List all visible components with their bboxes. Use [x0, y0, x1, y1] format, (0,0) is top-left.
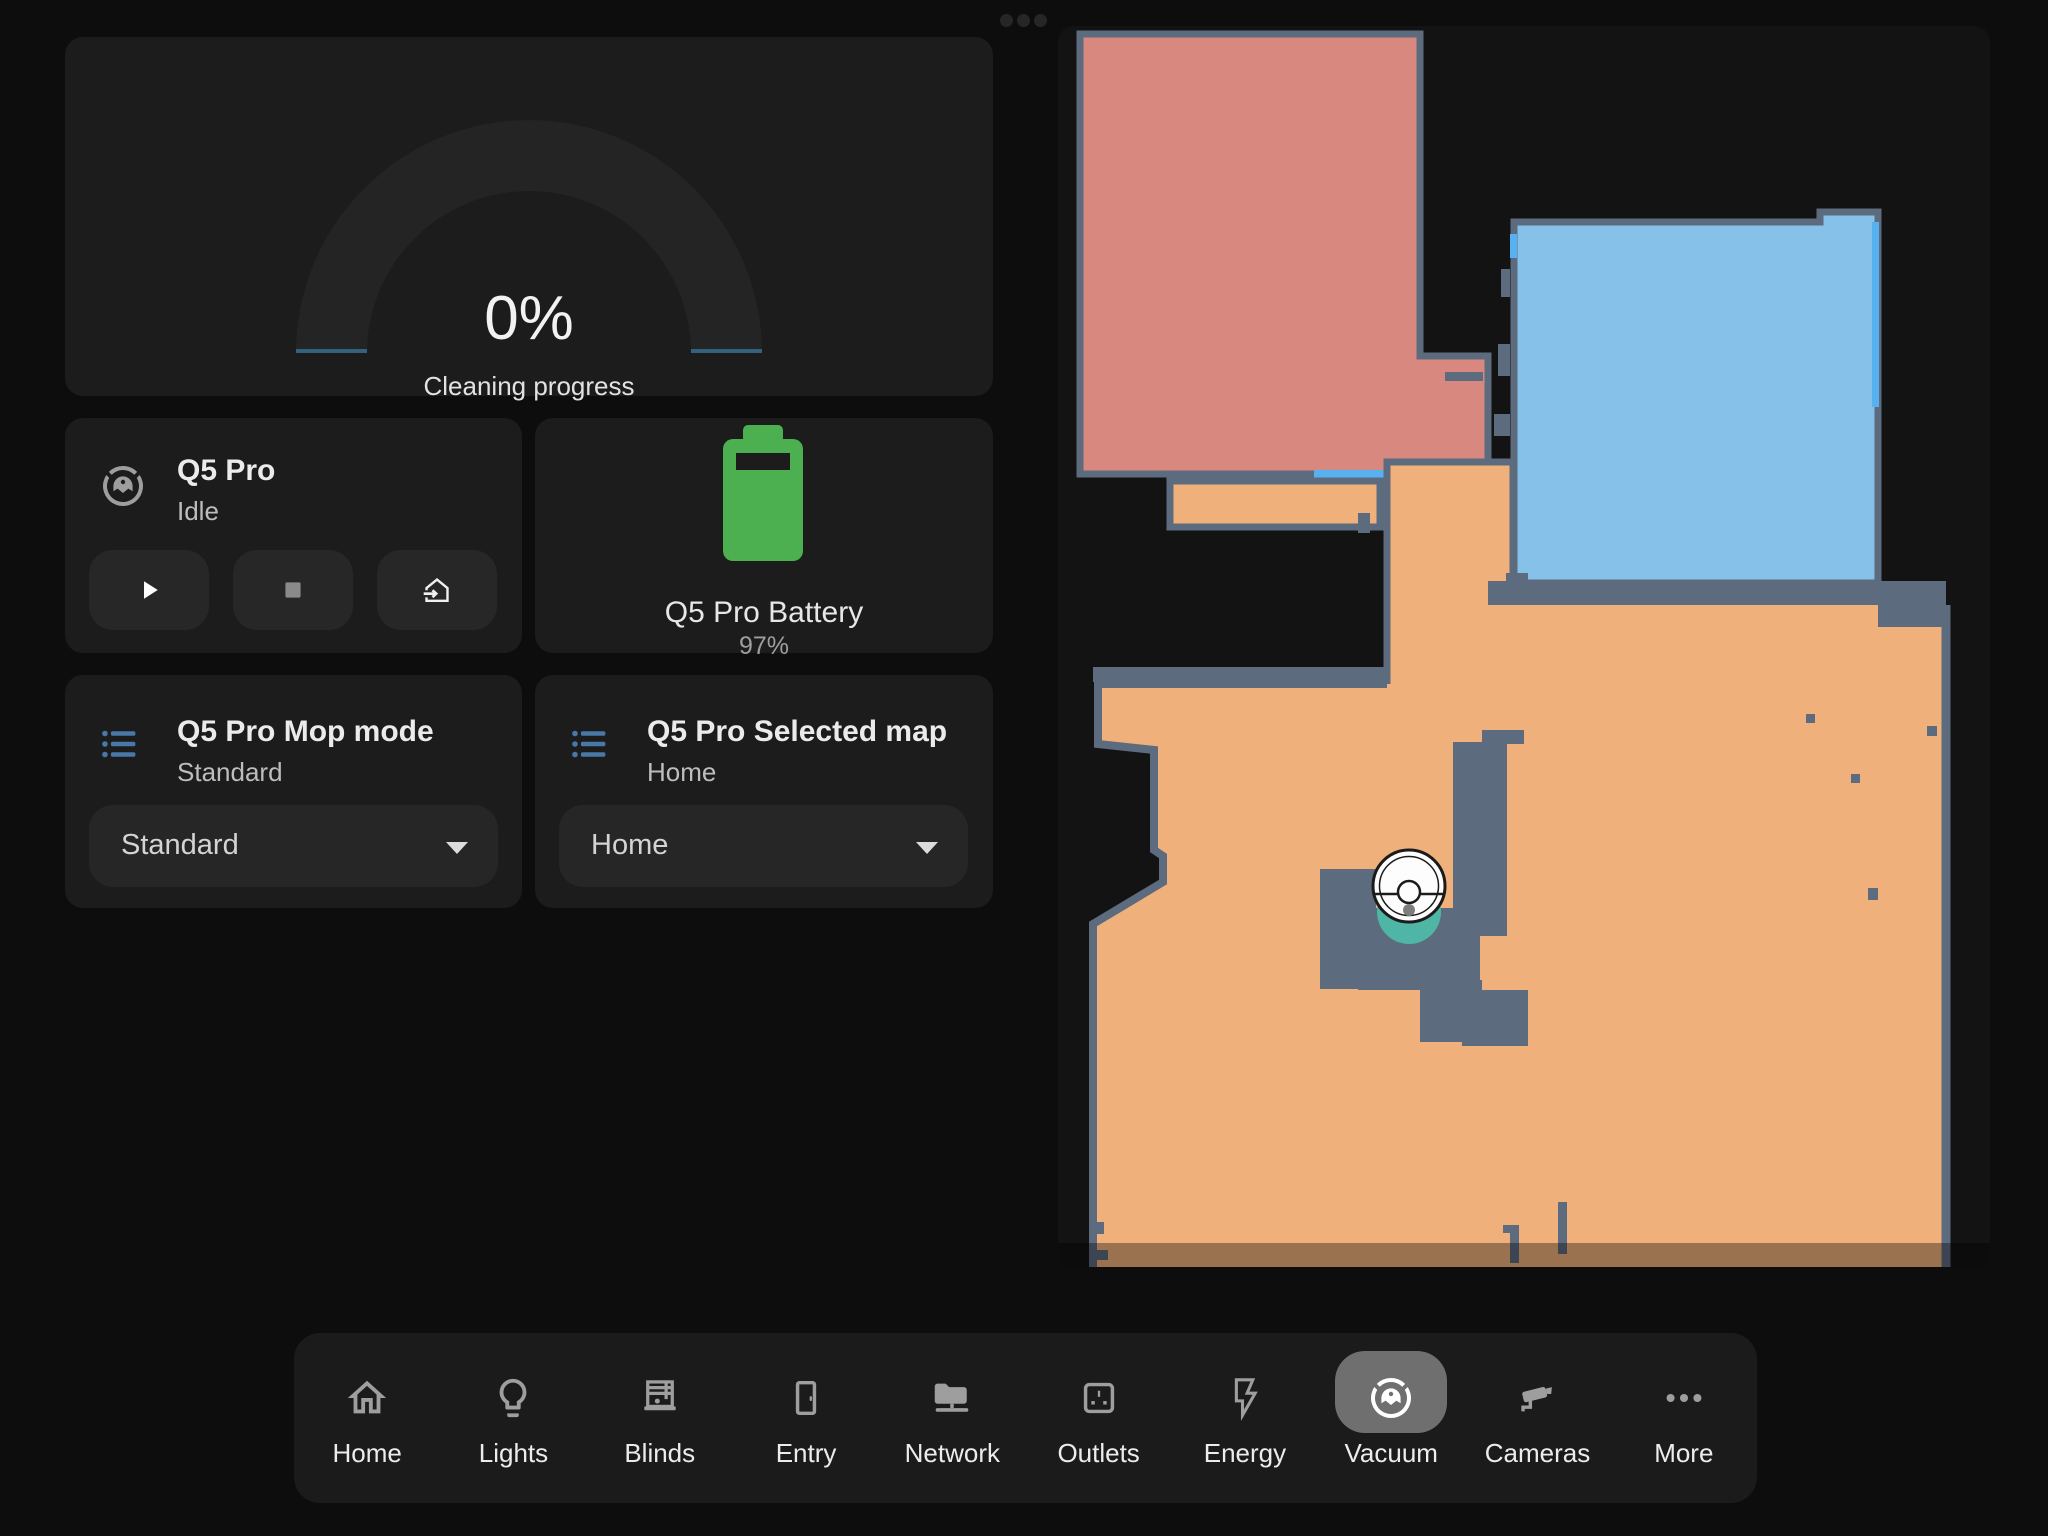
- nav-item-network[interactable]: Network: [879, 1333, 1025, 1503]
- nav-label: Network: [904, 1437, 1001, 1468]
- list-icon[interactable]: [569, 723, 611, 765]
- vacuum-map[interactable]: [1058, 26, 1990, 1267]
- nav-label: Vacuum: [1344, 1437, 1438, 1468]
- vacuum-status-card: Q5 Pro Idle: [65, 418, 522, 653]
- dots-horizontal-icon: [1660, 1374, 1708, 1422]
- nav-item-energy[interactable]: Energy: [1172, 1333, 1318, 1503]
- mop-mode-select[interactable]: Standard: [89, 805, 498, 887]
- nav-item-outlets[interactable]: Outlets: [1025, 1333, 1171, 1503]
- battery-percentage: 97%: [738, 632, 790, 660]
- selected-map-card: Q5 Pro Selected map Home Home: [535, 675, 993, 908]
- mop-mode-selected-option: Standard: [121, 829, 239, 861]
- mop-mode-title[interactable]: Q5 Pro Mop mode: [177, 715, 434, 749]
- vacuum-controls: [89, 550, 497, 630]
- nav-label: Lights: [478, 1437, 549, 1468]
- vacuum-name[interactable]: Q5 Pro: [177, 454, 275, 488]
- robot-position-marker: [1371, 848, 1447, 924]
- nav-label: Home: [332, 1437, 402, 1468]
- bottom-navigation-bar: Home Lights Blinds Entry Network Outlets…: [294, 1333, 1757, 1503]
- battery-icon: [723, 425, 803, 561]
- stop-icon: [285, 582, 301, 598]
- mop-mode-state: Standard: [177, 757, 283, 787]
- return-to-dock-button[interactable]: [377, 550, 497, 630]
- stop-button[interactable]: [233, 550, 353, 630]
- battery-card[interactable]: Q5 Pro Battery 97%: [535, 418, 993, 660]
- selected-map-state: Home: [647, 757, 717, 787]
- gauge-label: Cleaning progress: [423, 371, 635, 401]
- list-icon[interactable]: [99, 723, 141, 765]
- nav-item-blinds[interactable]: Blinds: [587, 1333, 733, 1503]
- door-icon: [782, 1374, 830, 1422]
- nav-item-more[interactable]: More: [1611, 1333, 1757, 1503]
- nav-label: More: [1654, 1437, 1714, 1468]
- play-icon: [144, 581, 158, 599]
- selected-map-select[interactable]: Home: [559, 805, 968, 887]
- nav-item-home[interactable]: Home: [294, 1333, 440, 1503]
- robot-vacuum-icon: [1367, 1374, 1415, 1422]
- nav-label: Outlets: [1057, 1437, 1140, 1468]
- nav-label: Cameras: [1484, 1437, 1591, 1468]
- nav-label: Entry: [775, 1437, 837, 1468]
- page-indicator-dot[interactable]: [1034, 14, 1047, 27]
- lightbulb-icon: [489, 1374, 537, 1422]
- view-page-indicator: [1000, 14, 1047, 27]
- selected-map-selected-option: Home: [591, 829, 669, 861]
- power-socket-icon: [1075, 1374, 1123, 1422]
- vacuum-map-card[interactable]: [1058, 26, 1990, 1267]
- nav-item-lights[interactable]: Lights: [440, 1333, 586, 1503]
- blinds-icon: [636, 1374, 684, 1422]
- nav-label: Energy: [1203, 1437, 1287, 1468]
- cctv-icon: [1514, 1374, 1562, 1422]
- home-icon: [343, 1374, 391, 1422]
- chevron-down-icon: [446, 842, 468, 854]
- home-import-icon: [423, 577, 449, 602]
- flash-icon: [1221, 1374, 1269, 1422]
- vacuum-state: Idle: [177, 496, 219, 526]
- nav-item-vacuum[interactable]: Vacuum: [1318, 1333, 1464, 1503]
- mop-mode-card: Q5 Pro Mop mode Standard Standard: [65, 675, 522, 908]
- nav-label: Blinds: [624, 1437, 696, 1468]
- robot-vacuum-icon[interactable]: [99, 462, 147, 510]
- selected-map-title[interactable]: Q5 Pro Selected map: [647, 715, 947, 749]
- page-indicator-dot[interactable]: [1000, 14, 1013, 27]
- gauge-value: 0%: [484, 284, 574, 353]
- cleaning-progress-gauge-card: 0% Cleaning progress: [65, 37, 993, 401]
- page-indicator-dot[interactable]: [1017, 14, 1030, 27]
- folder-network-icon: [928, 1374, 976, 1422]
- start-button[interactable]: [89, 550, 209, 630]
- chevron-down-icon: [916, 842, 938, 854]
- nav-item-cameras[interactable]: Cameras: [1464, 1333, 1610, 1503]
- nav-item-entry[interactable]: Entry: [733, 1333, 879, 1503]
- battery-title: Q5 Pro Battery: [664, 596, 864, 629]
